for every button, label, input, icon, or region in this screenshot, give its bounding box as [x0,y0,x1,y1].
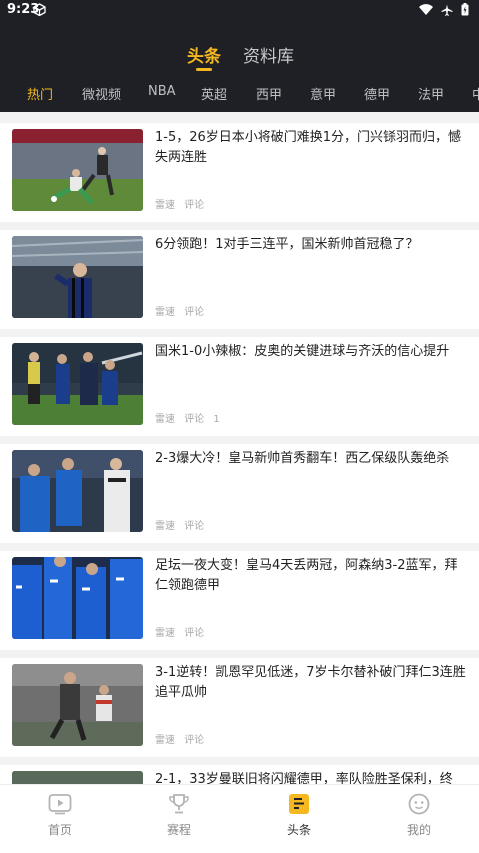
article-comment-label: 评论 [184,628,205,639]
article-thumbnail [12,450,143,532]
category-premier-league[interactable]: 英超 [201,84,227,103]
article-thumbnail [12,129,143,211]
news-icon [287,794,311,819]
category-serie-a[interactable]: 意甲 [310,84,336,103]
article-thumbnail [12,343,143,425]
tab-headlines[interactable]: 头条 [187,42,221,67]
article-meta: 雷速 评论 [155,196,216,211]
article-comment-label: 评论 [184,735,205,746]
category-nba[interactable]: NBA [148,84,176,99]
article-source: 雷速 [155,628,175,639]
article-comment-label: 评论 [184,200,205,211]
article-source: 雷速 [155,414,175,425]
article-source: 雷速 [155,200,175,211]
article-thumbnail [12,557,143,639]
nav-schedule[interactable]: 赛程 [149,793,209,838]
bottom-nav: 首页 赛程 头条 我的 [0,784,479,853]
article-card[interactable]: 国米1-0小辣椒：皮奥的关键进球与齐沃的信心提升 雷速 评论 1 [0,337,479,436]
article-comment-label: 评论 [184,521,205,532]
article-meta: 雷速 评论 [155,624,216,639]
article-card[interactable]: 2-1，33岁曼联旧将闪耀德甲，率队险胜圣保利，终 [0,765,479,784]
category-la-liga[interactable]: 西甲 [256,84,282,103]
article-meta: 雷速 评论 [155,517,216,532]
trophy-icon [167,794,191,819]
profile-icon [407,793,431,819]
article-title: 国米1-0小辣椒：皮奥的关键进球与齐沃的信心提升 [155,344,450,359]
category-chinese[interactable]: 中 [472,84,479,103]
status-bar: 9:23 [0,0,479,20]
article-title: 2-1，33岁曼联旧将闪耀德甲，率队险胜圣保利，终 [155,772,453,784]
article-thumbnail [12,771,143,784]
article-title: 3-1逆转！凯恩罕见低迷，7岁卡尔替补破门拜仁3连胜追平瓜帅 [155,665,466,700]
article-card[interactable]: 2-3爆大冷！皇马新帅首秀翻车！西乙保级队轰绝杀 雷速 评论 [0,444,479,543]
cube-icon [33,3,46,20]
tab-database[interactable]: 资料库 [243,42,294,67]
category-tabs: 热门 微视频 NBA 英超 西甲 意甲 德甲 法甲 中 [0,84,479,104]
play-icon [48,794,72,819]
article-source: 雷速 [155,735,175,746]
article-source: 雷速 [155,521,175,532]
article-card[interactable]: 3-1逆转！凯恩罕见低迷，7岁卡尔替补破门拜仁3连胜追平瓜帅 雷速 评论 [0,658,479,757]
article-list: 1-5，26岁日本小将破门难换1分，门兴铩羽而归，憾失两连胜 雷速 评论 6分领… [0,112,479,784]
top-tabs: 头条 资料库 [0,40,479,74]
nav-headlines-label: 头条 [286,823,311,837]
nav-profile-label: 我的 [406,823,431,837]
nav-schedule-label: 赛程 [166,823,191,837]
article-meta: 雷速 评论 1 [155,410,226,425]
article-card[interactable]: 1-5，26岁日本小将破门难换1分，门兴铩羽而归，憾失两连胜 雷速 评论 [0,123,479,222]
article-card[interactable]: 6分领跑！1对手三连平，国米新帅首冠稳了？ 雷速 评论 [0,230,479,329]
category-hot[interactable]: 热门 [27,84,53,103]
airplane-icon [441,4,453,20]
nav-profile[interactable]: 我的 [389,793,449,838]
wifi-icon [419,3,433,20]
app-header: 9:23 头条 资料库 热门 微视频 NBA 英超 西甲 意甲 德甲 法甲 中 [0,0,479,112]
article-title: 足坛一夜大变！皇马4天丢两冠，阿森纳3-2蓝军，拜仁领跑德甲 [155,558,458,593]
category-micro-video[interactable]: 微视频 [82,84,121,103]
nav-home[interactable]: 首页 [30,793,90,838]
article-title: 2-3爆大冷！皇马新帅首秀翻车！西乙保级队轰绝杀 [155,451,450,466]
article-comment-label: 评论 [184,414,205,425]
article-meta: 雷速 评论 [155,731,216,746]
article-title: 1-5，26岁日本小将破门难换1分，门兴铩羽而归，憾失两连胜 [155,130,462,165]
article-comment-label: 评论 [184,307,205,318]
article-thumbnail [12,664,143,746]
article-title: 6分领跑！1对手三连平，国米新帅首冠稳了？ [155,237,419,252]
article-comment-count: 1 [213,414,220,425]
battery-icon [461,3,469,20]
article-meta: 雷速 评论 [155,303,216,318]
nav-home-label: 首页 [47,823,72,837]
nav-headlines[interactable]: 头条 [269,793,329,838]
category-bundesliga[interactable]: 德甲 [364,84,390,103]
category-ligue-1[interactable]: 法甲 [418,84,444,103]
article-source: 雷速 [155,307,175,318]
article-thumbnail [12,236,143,318]
article-card[interactable]: 足坛一夜大变！皇马4天丢两冠，阿森纳3-2蓝军，拜仁领跑德甲 雷速 评论 [0,551,479,650]
active-tab-indicator [196,68,212,71]
